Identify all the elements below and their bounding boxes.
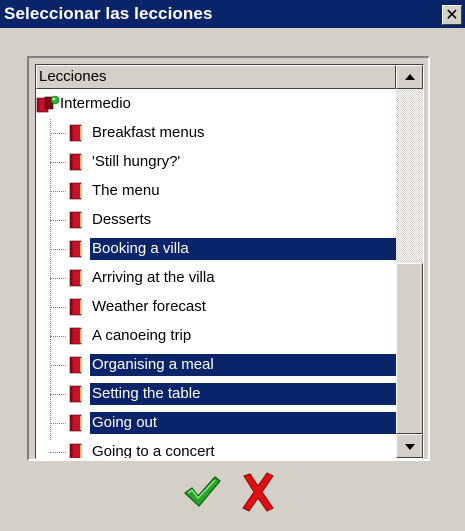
window-title: Seleccionar las lecciones [4,4,213,23]
lesson-item[interactable]: Setting the table [36,379,396,407]
lesson-item[interactable]: Organising a meal [36,350,396,378]
book-icon [69,327,82,345]
tree-body: Intermedio Breakfast menus 'Still hungry?… [36,89,396,458]
lesson-item[interactable]: Breakfast menus [36,118,396,146]
arrow-up-icon [405,74,415,80]
scroll-up-button[interactable] [396,65,423,89]
lesson-label: Breakfast menus [92,124,205,141]
lesson-item[interactable]: Weather forecast [36,292,396,320]
lesson-label: Organising a meal [90,354,396,376]
lesson-item[interactable]: The menu [36,176,396,204]
book-icon [69,240,82,258]
lesson-label: Arriving at the villa [92,269,215,286]
lesson-label: Weather forecast [92,298,206,315]
tree-connector-branch [50,162,66,163]
lessons-tree: Lecciones Intermedio Breakfast menus 'Sti… [35,64,424,459]
tree-connector-branch [50,249,66,250]
lesson-label: Setting the table [90,383,396,405]
lesson-label: Booking a villa [90,238,396,260]
tree-root-row[interactable]: Intermedio [36,89,396,117]
book-icon [69,124,82,142]
arrow-down-icon [405,444,415,450]
book-icon [69,153,82,171]
lesson-item[interactable]: Going to a concert [36,437,396,459]
book-icon [69,356,82,374]
lesson-item[interactable]: Arriving at the villa [36,263,396,291]
checkmark-icon [184,476,221,507]
lesson-label: Going to a concert [92,443,215,459]
lesson-item[interactable]: Going out [36,408,396,436]
tree-connector-branch [50,365,66,366]
select-lessons-dialog: Seleccionar las lecciones ✕ Lecciones In… [0,0,465,531]
cross-icon [242,472,274,512]
lesson-item[interactable]: Desserts [36,205,396,233]
tree-connector-branch [50,220,66,221]
vertical-scrollbar[interactable] [396,65,423,458]
book-icon [69,443,82,458]
tree-connector-branch [50,133,66,134]
tree-connector-branch [50,307,66,308]
tree-connector-branch [50,394,66,395]
tree-connector-branch [50,336,66,337]
tree-connector-branch [50,278,66,279]
book-icon [69,414,82,432]
book-icon [69,385,82,403]
column-header-lecciones[interactable]: Lecciones [36,65,396,89]
tree-connector-branch [50,191,66,192]
scroll-down-button[interactable] [396,434,423,458]
book-folder-icon [36,95,60,113]
title-bar[interactable]: Seleccionar las lecciones ✕ [0,0,465,28]
lesson-item[interactable]: A canoeing trip [36,321,396,349]
book-icon [69,182,82,200]
lesson-item[interactable]: 'Still hungry?' [36,147,396,175]
book-icon [69,269,82,287]
book-icon [69,298,82,316]
lesson-label: A canoeing trip [92,327,192,344]
scroll-thumb[interactable] [396,263,423,434]
lesson-label: Going out [90,412,396,434]
close-button[interactable]: ✕ [442,5,462,25]
lessons-tree-frame: Lecciones Intermedio Breakfast menus 'Sti… [27,56,430,461]
tree-connector-branch [50,423,66,424]
lesson-label: 'Still hungry?' [92,153,181,170]
ok-button[interactable] [182,472,222,512]
tree-root-label: Intermedio [60,95,131,112]
cancel-button[interactable] [240,472,276,512]
book-icon [69,211,82,229]
lesson-label: Desserts [92,211,152,228]
tree-connector-branch [50,452,66,453]
lesson-label: The menu [92,182,160,199]
lesson-item[interactable]: Booking a villa [36,234,396,262]
